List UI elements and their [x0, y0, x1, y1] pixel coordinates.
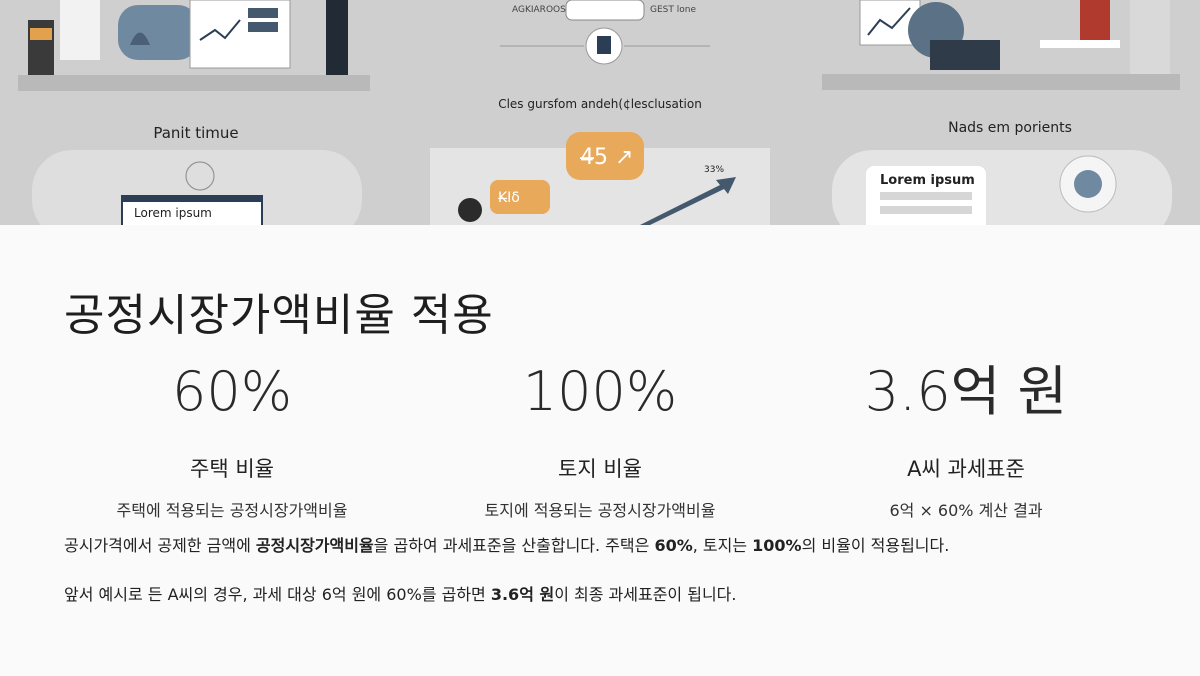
- svg-text:GEST lone: GEST lone: [650, 5, 696, 15]
- stat-housing-ratio: 60% 주택 비율 주택에 적용되는 공정시장가액비율: [52, 365, 412, 521]
- stat-tax-base: 3.6억 원 A씨 과세표준 6억 × 60% 계산 결과: [786, 365, 1146, 521]
- stat-description: 토지에 적용되는 공정시장가액비율: [484, 501, 716, 520]
- banner-right-caption: Nads em porients: [948, 120, 1072, 136]
- stat-label: A씨 과세표준: [907, 457, 1025, 481]
- banner-center-caption: Cles gursfom andeh(¢lesclusation: [498, 97, 702, 111]
- stat-description: 주택에 적용되는 공정시장가액비율: [116, 501, 348, 520]
- stat-value: 60%: [171, 360, 293, 423]
- stat-description: 6억 × 60% 계산 결과: [889, 501, 1043, 520]
- svg-text:Κ̶Ιδ: Κ̶Ιδ: [498, 190, 520, 206]
- stat-label: 토지 비율: [558, 457, 642, 481]
- svg-text:4̶5 ↗: 4̶5 ↗: [580, 145, 633, 170]
- banner-left-caption: Panit timue: [153, 124, 238, 142]
- svg-text:33%: 33%: [704, 165, 724, 175]
- banner-left-card-text: Lorem ipsum: [134, 206, 212, 220]
- stat-value: 100%: [522, 360, 678, 423]
- explanation-paragraph: 공시가격에서 공제한 금액에 공정시장가액비율을 곱하여 과세표준을 산출합니다…: [64, 536, 950, 555]
- main-content: 공정시장가액비율 적용 60% 주택 비율 주택에 적용되는 공정시장가액비율 …: [0, 225, 1200, 676]
- example-paragraph: 앞서 예시로 든 A씨의 경우, 과세 대상 6억 원에 60%를 곱하면 3.…: [64, 585, 737, 604]
- header-illustration: Panit timue Lorem ipsum AGKIAROOS GEST l…: [0, 0, 1200, 225]
- svg-text:AGKIAROOS: AGKIAROOS: [512, 5, 566, 15]
- stat-land-ratio: 100% 토지 비율 토지에 적용되는 공정시장가액비율: [420, 365, 780, 521]
- stat-label: 주택 비율: [190, 457, 274, 481]
- banner-right-card-text: Lorem ipsum: [880, 173, 975, 188]
- illustration-graphic: Panit timue Lorem ipsum AGKIAROOS GEST l…: [18, 0, 1180, 225]
- stat-value: 3.6억 원: [864, 360, 1068, 423]
- section-title: 공정시장가액비율 적용: [64, 290, 494, 341]
